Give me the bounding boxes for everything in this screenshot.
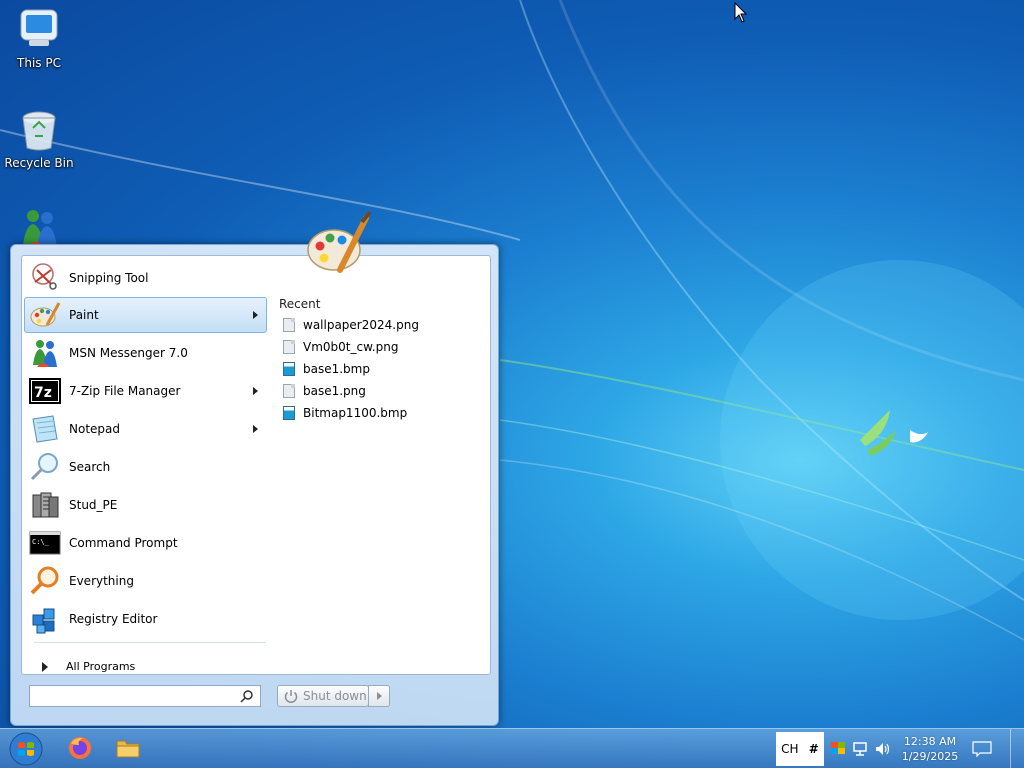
desktop-icon-label: Recycle Bin [4,156,74,170]
start-item-msn-messenger[interactable]: MSN Messenger 7.0 [24,335,267,371]
png-file-icon [283,340,295,354]
png-file-icon [283,318,295,332]
start-item-label: Everything [69,574,134,588]
volume-icon[interactable] [874,741,892,760]
menu-separator [34,642,266,643]
clock[interactable]: 12:38 AM 1/29/2025 [898,734,962,764]
start-item-stud-pe[interactable]: Stud_PE [24,487,267,523]
scissors-icon [29,262,61,294]
recycle-bin-icon [15,106,63,154]
start-item-label: Snipping Tool [69,271,149,285]
arrow-right-icon [42,661,48,672]
language-indicator[interactable]: CH [781,742,798,756]
start-search-box[interactable] [29,685,261,707]
recent-file-item[interactable]: Bitmap1100.bmp [283,406,407,420]
start-item-label: Paint [69,308,99,322]
submenu-arrow-icon[interactable] [253,311,258,319]
desktop-icon-label: This PC [17,56,61,70]
recent-file-item[interactable]: base1.png [283,384,366,398]
start-item-notepad[interactable]: Notepad [24,411,267,447]
start-item-label: Search [69,460,111,474]
start-item-label: Stud_PE [69,498,118,512]
taskbar-file-explorer-button[interactable] [106,732,150,766]
start-item-command-prompt[interactable]: C:\_ Command Prompt [24,525,267,561]
language-bar[interactable]: CH # [776,732,824,766]
mouse-cursor-icon [734,1,748,24]
all-programs-label: All Programs [66,660,136,673]
taskbar: CH # 12:38 AM 1/29/2025 [0,728,1024,768]
start-menu-bottom-bar: Shut down [11,675,498,725]
recent-file-item[interactable]: base1.bmp [283,362,370,376]
start-menu: Snipping Tool Paint MSN Messenger 7.0 7z… [10,244,499,726]
recent-heading: Recent [279,297,321,311]
desktop-icon-recycle-bin[interactable]: Recycle Bin [1,106,77,170]
start-item-search[interactable]: Search [24,449,267,485]
start-item-7zip[interactable]: 7z 7-Zip File Manager [24,373,267,409]
start-menu-jumplist-pane: Recent wallpaper2024.png Vm0b0t_cw.png b… [269,255,491,675]
show-desktop-button[interactable] [1010,729,1024,768]
start-button[interactable] [6,731,46,767]
registry-cubes-icon [29,603,61,635]
shutdown-options-button[interactable] [368,685,390,707]
submenu-arrow-icon[interactable] [253,387,258,395]
svg-text:C:\_: C:\_ [32,538,50,546]
all-programs-button[interactable]: All Programs [42,660,135,673]
bmp-file-icon [283,362,295,376]
recent-file-item[interactable]: wallpaper2024.png [283,318,419,332]
clock-time: 12:38 AM [903,735,957,748]
power-icon [283,688,299,704]
clock-date: 1/29/2025 [901,750,959,763]
taskbar-firefox-button[interactable] [58,732,102,766]
start-item-everything[interactable]: Everything [24,563,267,599]
notepad-icon [29,413,61,445]
png-file-icon [283,384,295,398]
recent-file-label: Vm0b0t_cw.png [303,340,399,354]
firefox-icon [67,735,93,764]
recent-file-label: base1.bmp [303,362,370,376]
stud-pe-icon [29,489,61,521]
7zip-icon: 7z [29,375,61,407]
recent-file-item[interactable]: Vm0b0t_cw.png [283,340,398,354]
start-item-label: Command Prompt [69,536,178,550]
start-item-label: Notepad [69,422,120,436]
network-icon[interactable] [852,741,868,760]
start-item-label: MSN Messenger 7.0 [69,346,188,360]
recent-file-label: base1.png [303,384,366,398]
start-item-label: 7-Zip File Manager [69,384,181,398]
ime-mode-indicator[interactable]: # [809,742,819,756]
submenu-arrow-icon[interactable] [253,425,258,433]
file-explorer-icon [115,736,141,763]
start-item-registry-editor[interactable]: Registry Editor [24,601,267,637]
svg-text:7z: 7z [34,385,52,401]
magnifier-icon [29,451,61,483]
action-center-flag-icon[interactable] [830,741,846,758]
shutdown-button[interactable]: Shut down [277,685,369,707]
messenger-buddies-icon [29,337,61,369]
desktop-icon-this-pc[interactable]: This PC [1,6,77,70]
windows-bird-logo [860,410,928,456]
bmp-file-icon [283,406,295,420]
computer-icon [15,6,63,54]
start-item-snipping-tool[interactable]: Snipping Tool [24,260,267,296]
start-menu-programs-pane: Snipping Tool Paint MSN Messenger 7.0 7z… [21,255,271,675]
shutdown-label: Shut down [303,689,367,703]
notification-icon[interactable] [972,741,992,760]
start-search-input[interactable] [30,686,230,706]
everything-search-icon [29,565,61,597]
start-item-paint[interactable]: Paint [24,297,267,333]
console-icon: C:\_ [29,527,61,559]
search-icon [240,689,254,703]
recent-file-label: Bitmap1100.bmp [303,406,408,420]
system-tray: 12:38 AM 1/29/2025 [826,729,1024,768]
start-item-label: Registry Editor [69,612,158,626]
paint-palette-icon [300,210,376,280]
recent-file-label: wallpaper2024.png [303,318,419,332]
paint-palette-icon [29,299,61,331]
